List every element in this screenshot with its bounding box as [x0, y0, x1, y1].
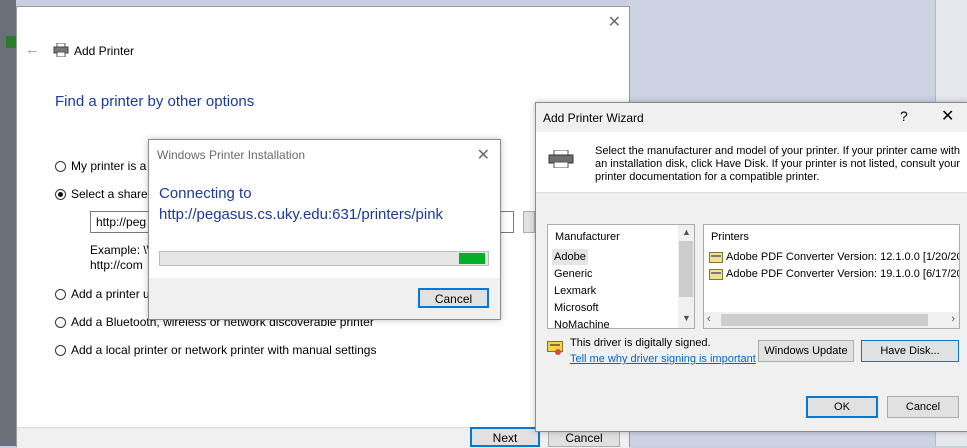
dialog-title: Add Printer Wizard: [543, 111, 644, 125]
vertical-scrollbar[interactable]: ▲ ▼: [678, 225, 694, 328]
printer-icon: [548, 150, 574, 168]
cancel-button[interactable]: Cancel: [887, 396, 959, 418]
example-line-2: http://com: [90, 258, 143, 272]
dialog-title: Windows Printer Installation: [157, 148, 306, 162]
driver-signed-text: This driver is digitally signed.: [570, 337, 711, 349]
have-disk-button[interactable]: Have Disk...: [861, 340, 959, 362]
example-text: Example: \\ http://com: [90, 243, 150, 273]
driver-signing-link[interactable]: Tell me why driver signing is important: [570, 353, 756, 365]
printer-item[interactable]: Adobe PDF Converter Version: 12.1.0.0 [1…: [709, 249, 960, 265]
close-icon[interactable]: ✕: [477, 145, 490, 165]
help-icon[interactable]: ?: [900, 108, 908, 124]
manufacturer-item[interactable]: Lexmark: [554, 283, 596, 299]
ok-button[interactable]: OK: [806, 396, 878, 418]
close-icon[interactable]: ✕: [608, 12, 621, 32]
radio-button[interactable]: [55, 160, 66, 172]
progress-bar: [159, 251, 489, 266]
scroll-left-icon[interactable]: ‹: [707, 313, 711, 325]
scroll-down-icon[interactable]: ▼: [682, 313, 691, 323]
printer-item-label: Adobe PDF Converter Version: 19.1.0.0 [6…: [726, 268, 960, 280]
connecting-line-1: Connecting to: [159, 185, 252, 202]
scrollbar-thumb[interactable]: [679, 241, 693, 297]
page-heading: Find a printer by other options: [55, 93, 255, 110]
printer-installation-dialog: Windows Printer Installation ✕ Connectin…: [148, 139, 501, 320]
printer-item[interactable]: Adobe PDF Converter Version: 19.1.0.0 [6…: [709, 266, 960, 282]
manufacturer-item-selected[interactable]: Adobe: [552, 249, 588, 265]
manufacturer-item[interactable]: Generic: [554, 266, 593, 282]
scrollbar-thumb[interactable]: [721, 314, 928, 326]
option-select-shared[interactable]: Select a shared: [55, 187, 154, 201]
option-label: Select a shared: [71, 187, 155, 201]
option-tcpip[interactable]: Add a printer u: [55, 287, 150, 301]
scroll-right-icon[interactable]: ›: [951, 313, 955, 325]
radio-button-selected[interactable]: [55, 188, 66, 200]
browse-button[interactable]: [523, 211, 535, 233]
printer-driver-icon: [709, 268, 723, 280]
option-label: Add a local printer or network printer w…: [71, 343, 377, 357]
next-button[interactable]: Next: [470, 427, 540, 447]
example-line-1: Example: \\: [90, 243, 151, 257]
wizard-header: Select the manufacturer and model of you…: [536, 132, 967, 193]
printers-list[interactable]: Printers Adobe PDF Converter Version: 12…: [703, 224, 960, 329]
add-printer-wizard-dialog: Add Printer Wizard ? ✕ Select the manufa…: [535, 102, 967, 432]
printers-header: Printers: [711, 231, 749, 243]
wizard-description: Select the manufacturer and model of you…: [595, 145, 961, 183]
manufacturer-item[interactable]: Microsoft: [554, 300, 599, 316]
desktop-left-edge: [0, 0, 16, 446]
manufacturer-item[interactable]: NoMachine: [554, 317, 610, 328]
radio-button[interactable]: [55, 288, 66, 300]
cancel-button[interactable]: Cancel: [418, 288, 489, 308]
manufacturer-header: Manufacturer: [555, 231, 620, 243]
progress-bar-fill: [459, 253, 485, 264]
option-label: Add a printer u: [71, 287, 150, 301]
radio-button[interactable]: [55, 316, 66, 328]
connecting-url: http://pegasus.cs.uky.edu:631/printers/p…: [159, 206, 444, 223]
window-title: Add Printer: [74, 44, 135, 58]
printer-item-label: Adobe PDF Converter Version: 12.1.0.0 [1…: [726, 251, 960, 263]
connecting-message: Connecting to http://pegasus.cs.uky.edu:…: [159, 183, 443, 225]
manufacturer-list[interactable]: Manufacturer Adobe Generic Lexmark Micro…: [547, 224, 695, 329]
option-my-printer[interactable]: My printer is a: [55, 159, 146, 173]
desktop-icon: [6, 36, 16, 48]
horizontal-scrollbar[interactable]: ‹ ›: [704, 312, 959, 328]
option-label: My printer is a: [71, 159, 147, 173]
printer-icon: [53, 43, 69, 57]
close-icon[interactable]: ✕: [941, 106, 954, 126]
option-local-printer[interactable]: Add a local printer or network printer w…: [55, 343, 376, 357]
scroll-up-icon[interactable]: ▲: [682, 227, 691, 237]
back-arrow-icon[interactable]: ←: [25, 41, 40, 58]
windows-update-button[interactable]: Windows Update: [758, 340, 854, 362]
certificate-icon: [547, 341, 563, 355]
radio-button[interactable]: [55, 344, 66, 356]
printer-driver-icon: [709, 251, 723, 263]
